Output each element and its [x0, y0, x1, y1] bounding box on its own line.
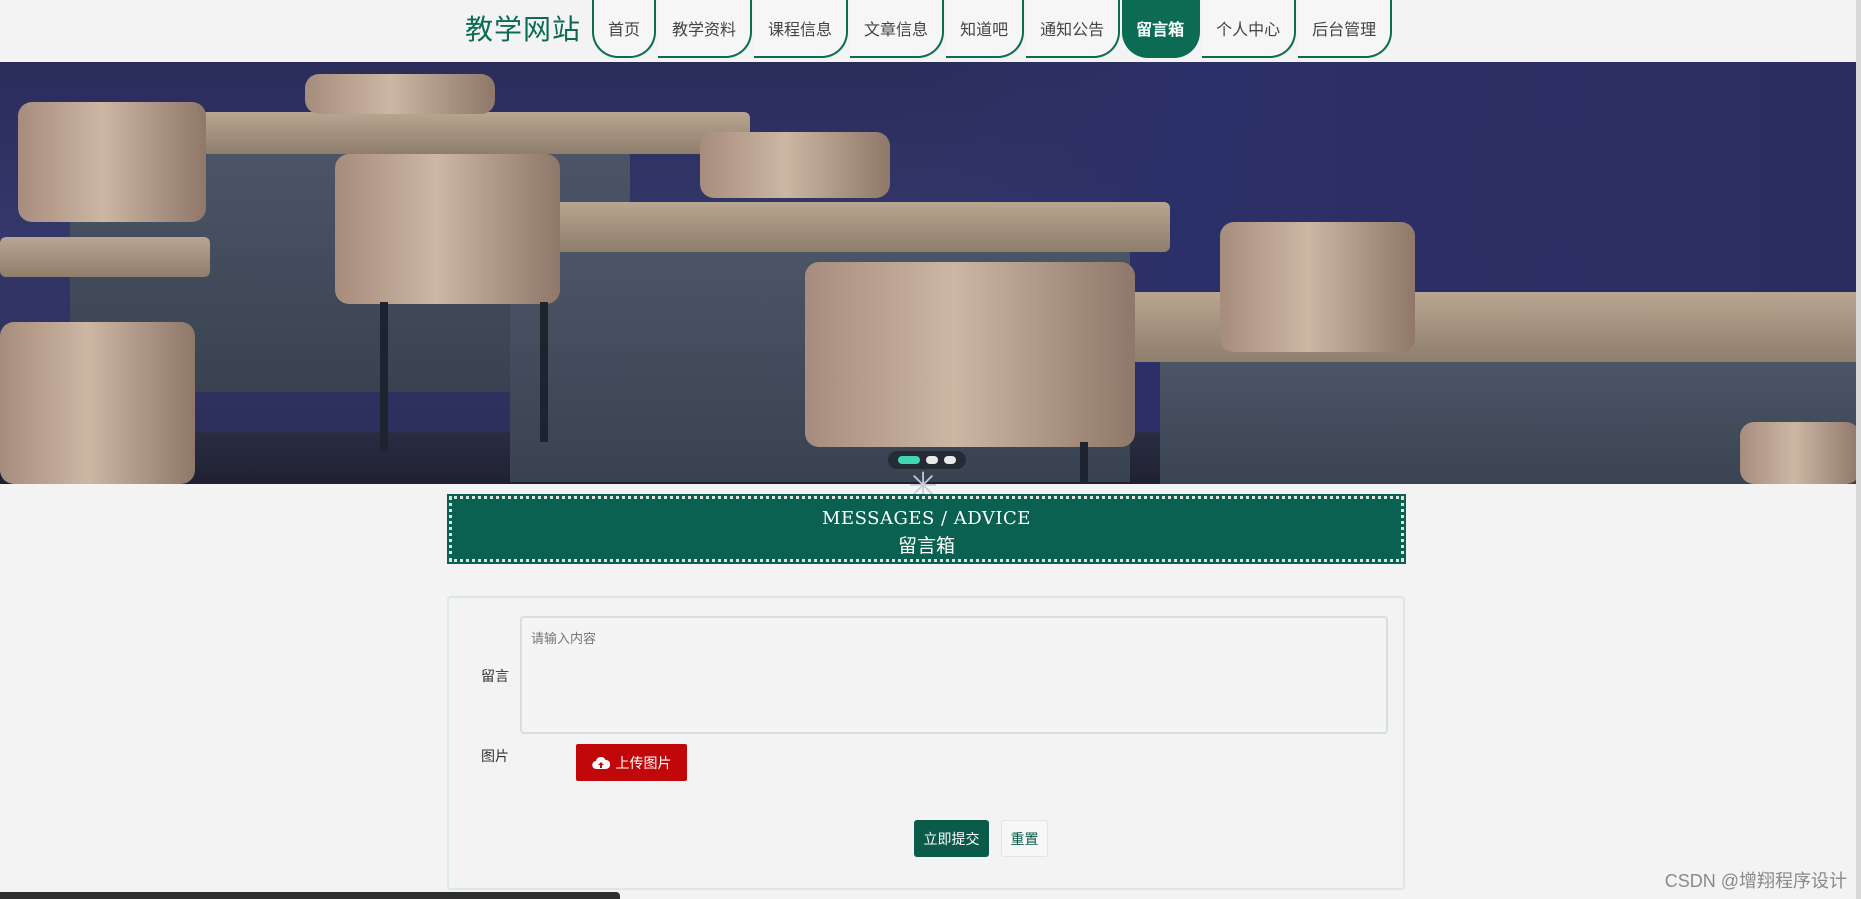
nav-item-home[interactable]: 首页 — [592, 0, 657, 58]
nav-item-zhidaoba[interactable]: 知道吧 — [946, 0, 1025, 58]
nav-item-message-box[interactable]: 留言箱 — [1122, 0, 1201, 58]
nav-item-article-info[interactable]: 文章信息 — [850, 0, 945, 58]
message-placeholder: 请输入内容 — [531, 631, 597, 646]
submit-button[interactable]: 立即提交 — [914, 820, 989, 857]
site-header: 教学网站 首页 教学资料 课程信息 文章信息 知道吧 通知公告 留言箱 个人中心… — [0, 0, 1861, 62]
image-label: 图片 — [481, 748, 509, 764]
banner-chair — [0, 322, 195, 484]
banner-chair — [805, 262, 1135, 447]
browser-status-bar — [0, 892, 620, 899]
nav-item-teaching-materials[interactable]: 教学资料 — [658, 0, 753, 58]
banner-chair — [18, 102, 206, 222]
cloud-upload-icon — [591, 756, 610, 769]
carousel-dot[interactable] — [926, 456, 938, 464]
banner-chair-leg — [1080, 442, 1088, 484]
csdn-watermark: CSDN @增翔程序设计 — [1664, 871, 1847, 891]
vertical-scrollbar[interactable] — [1856, 0, 1861, 899]
banner-chair — [1740, 422, 1856, 484]
carousel-dot[interactable] — [944, 456, 956, 464]
banner-chair — [700, 132, 890, 198]
message-textarea[interactable]: 请输入内容 — [520, 616, 1388, 734]
carousel-dot[interactable] — [898, 456, 920, 464]
banner-desk-top — [0, 237, 210, 277]
section-title-cn: 留言箱 — [897, 535, 955, 557]
banner-chair-leg — [540, 302, 548, 442]
upload-image-label: 上传图片 — [615, 754, 672, 771]
message-form: 留言 请输入内容 图片 上传图片 立即提交 重置 — [447, 596, 1405, 890]
section-title-en: MESSAGES / ADVICE — [822, 508, 1031, 529]
banner-chair-leg — [380, 302, 388, 452]
reset-button[interactable]: 重置 — [1001, 820, 1048, 857]
nav-item-admin[interactable]: 后台管理 — [1298, 0, 1393, 58]
message-label: 留言 — [481, 668, 509, 684]
banner-carousel[interactable] — [0, 62, 1856, 484]
main-nav: 首页 教学资料 课程信息 文章信息 知道吧 通知公告 留言箱 个人中心 后台管理 — [592, 0, 1394, 62]
banner-chair — [305, 74, 495, 114]
nav-item-notices[interactable]: 通知公告 — [1026, 0, 1121, 58]
nav-item-course-info[interactable]: 课程信息 — [754, 0, 849, 58]
site-title[interactable]: 教学网站 — [465, 8, 581, 48]
section-title-box: MESSAGES / ADVICE 留言箱 — [447, 494, 1406, 564]
banner-chair — [335, 154, 560, 304]
banner-chair — [1220, 222, 1415, 352]
upload-image-button[interactable]: 上传图片 — [576, 744, 687, 781]
nav-item-personal-center[interactable]: 个人中心 — [1202, 0, 1297, 58]
